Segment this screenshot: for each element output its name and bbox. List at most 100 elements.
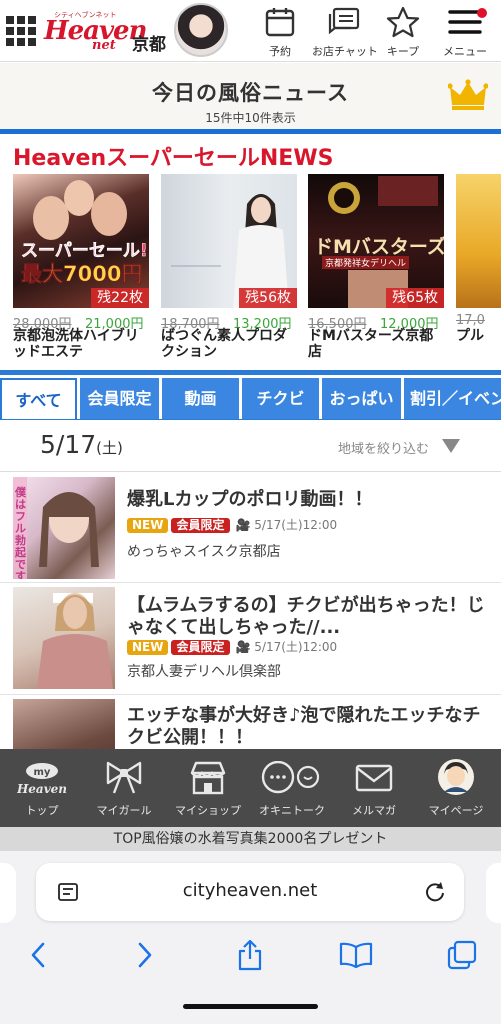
nav-my-page[interactable]: マイページ (414, 749, 498, 827)
shop-chat-label: お店チャット (312, 45, 378, 58)
home-indicator (183, 1004, 318, 1009)
date-label: 5/17(土) (40, 430, 123, 459)
new-badge: NEW (127, 518, 169, 533)
nav-my-girl[interactable]: マイガール (82, 749, 166, 827)
post-shop-name: 京都人妻デリヘル倶楽部 (127, 664, 281, 680)
sale-card[interactable]: スーパーセール!! 最大7000円 残22枚 28,000円 21,000円 京… (13, 174, 149, 364)
tab-all[interactable]: すべて (0, 378, 77, 419)
browser-chrome: cityheaven.net (0, 851, 501, 1024)
sale-card-art-text: 最大7000円 (21, 262, 143, 287)
new-badge: NEW (127, 640, 169, 655)
chat-icon (328, 7, 360, 35)
tabs-rule (0, 370, 501, 375)
members-only-badge: 会員限定 (171, 640, 230, 655)
news-header: 今日の風俗ニュース 15件中10件表示 (0, 63, 501, 129)
url-text[interactable]: cityheaven.net (36, 880, 464, 901)
notification-dot (477, 8, 487, 18)
section-divider (0, 129, 501, 134)
previous-tab-peek[interactable] (0, 863, 16, 923)
tab-breasts[interactable]: おっぱい (322, 378, 401, 419)
back-button[interactable] (18, 935, 58, 975)
post-thumbnail-art (13, 477, 99, 579)
nav-top[interactable]: my Heaven トップ (0, 749, 84, 827)
tabs-icon (447, 940, 477, 970)
sale-card-image: 残56枚 (161, 174, 297, 308)
old-price: 17,0 (456, 313, 485, 328)
sale-card-art-text: 京都発祥女デリヘル (322, 256, 410, 269)
area-label[interactable]: 京都 (132, 30, 166, 55)
tabs-button[interactable] (442, 935, 482, 975)
next-tab-peek[interactable] (486, 863, 501, 923)
user-avatar-icon (438, 759, 474, 795)
heaven-logo[interactable]: シティヘブンネット Heaven net (44, 10, 148, 54)
address-bar[interactable]: cityheaven.net (36, 863, 464, 921)
sale-card-image (456, 174, 501, 308)
my-heaven-icon-text: Heaven (17, 782, 67, 796)
sale-card-image: スーパーセール!! 最大7000円 残22枚 (13, 174, 149, 308)
reserve-button[interactable]: 予約 (248, 6, 312, 60)
sale-card[interactable]: 残56枚 18,700円 13,200円 ばつぐん素人プロダクション (161, 174, 297, 364)
list-item[interactable]: エッチな事が大好き♪泡で隠れたエッチなチクビ公開！！！ (0, 695, 501, 801)
post-title: 【ムラムラするの】チクビが出ちゃった！じゃなくて出しちゃった//... (127, 595, 485, 638)
share-icon (238, 939, 262, 971)
share-button[interactable] (230, 935, 270, 975)
remaining-badge: 残65枚 (386, 288, 444, 308)
keep-button[interactable]: キープ (371, 6, 435, 60)
post-title: 爆乳Lカップのポロリ動画！！ (127, 489, 373, 510)
super-sale-title[interactable]: HeavenスーパーセールNEWS (13, 140, 333, 172)
news-count: 15件中10件表示 (205, 111, 296, 125)
bookmarks-button[interactable] (336, 935, 376, 975)
bookmarks-icon (339, 942, 373, 968)
grid-menu-icon[interactable] (6, 16, 36, 46)
calendar-icon (265, 8, 295, 37)
post-thumbnail: 僕はフル勃起です (13, 477, 115, 579)
mail-icon (355, 764, 393, 792)
sale-card[interactable]: ドMバスターズ 京都発祥女デリヘル 残65枚 16,500円 12,000円 ド… (308, 174, 444, 364)
reserve-label: 予約 (269, 45, 291, 58)
bottom-nav: my Heaven トップ マイガール マイショップ オキニトーク メルマガ マ… (0, 749, 501, 827)
post-time: 🎥 5/17(土)12:00 (235, 640, 338, 654)
reload-icon[interactable] (424, 881, 446, 903)
page: シティヘブンネット Heaven net 京都 予約 お店チャット キープ メニ… (0, 0, 501, 1024)
sale-shop-name: 京都泡洗体ハイブリッドエステ (13, 328, 139, 360)
crown-icon (448, 79, 488, 110)
nav-my-girl-label: マイガール (96, 804, 152, 817)
promo-banner[interactable]: TOP風俗嬢の水着写真集2000名プレゼント (0, 827, 501, 851)
sale-card[interactable]: 17,0 プル (456, 174, 501, 364)
nav-mail-magazine[interactable]: メルマガ (332, 749, 416, 827)
nav-my-page-label: マイページ (428, 804, 484, 817)
post-thumbnail-art (37, 593, 113, 689)
menu-button[interactable]: メニュー (433, 6, 497, 60)
forward-button[interactable] (125, 935, 165, 975)
nav-my-shop-label: マイショップ (175, 804, 241, 817)
nav-okini-talk[interactable]: オキニトーク (250, 749, 334, 827)
news-title: 今日の風俗ニュース (152, 81, 349, 105)
my-heaven-icon: my Heaven (17, 763, 67, 796)
weekday-label: (土) (96, 439, 123, 457)
tab-members-only[interactable]: 会員限定 (80, 378, 159, 419)
post-thumbnail-text: 僕はフル勃起です (15, 486, 26, 580)
back-icon (31, 942, 45, 968)
tab-video[interactable]: 動画 (162, 378, 239, 419)
star-icon (386, 6, 420, 38)
menu-label: メニュー (443, 45, 487, 58)
list-item[interactable]: 【ムラムラするの】チクビが出ちゃった！じゃなくて出しちゃった//... NEW 会… (0, 583, 501, 695)
region-filter-button[interactable]: 地域を絞り込む (338, 438, 429, 457)
tab-discount-event[interactable]: 割引／イベント (404, 378, 501, 419)
logo-sub: net (92, 38, 116, 53)
featured-girl-avatar[interactable] (174, 3, 228, 57)
post-time: 🎥 5/17(土)12:00 (235, 518, 338, 532)
post-thumbnail (13, 587, 115, 689)
nav-my-shop[interactable]: マイショップ (166, 749, 250, 827)
shop-chat-button[interactable]: お店チャット (312, 6, 378, 60)
sale-card-art-text: ドMバスターズ (314, 236, 444, 258)
post-badges: NEW 会員限定 🎥 5/17(土)12:00 (127, 638, 338, 655)
shop-icon (190, 761, 226, 795)
remaining-badge: 残56枚 (239, 288, 297, 308)
sale-card-image: ドMバスターズ 京都発祥女デリヘル 残65枚 (308, 174, 444, 308)
nav-okini-talk-label: オキニトーク (259, 804, 325, 817)
talk-icon (261, 761, 320, 794)
tab-nipple[interactable]: チクビ (242, 378, 319, 419)
dropdown-triangle-icon[interactable] (442, 439, 460, 453)
list-item[interactable]: 僕はフル勃起です 爆乳Lカップのポロリ動画！！ NEW 会員限定 🎥 5/17(土)… (0, 473, 501, 583)
